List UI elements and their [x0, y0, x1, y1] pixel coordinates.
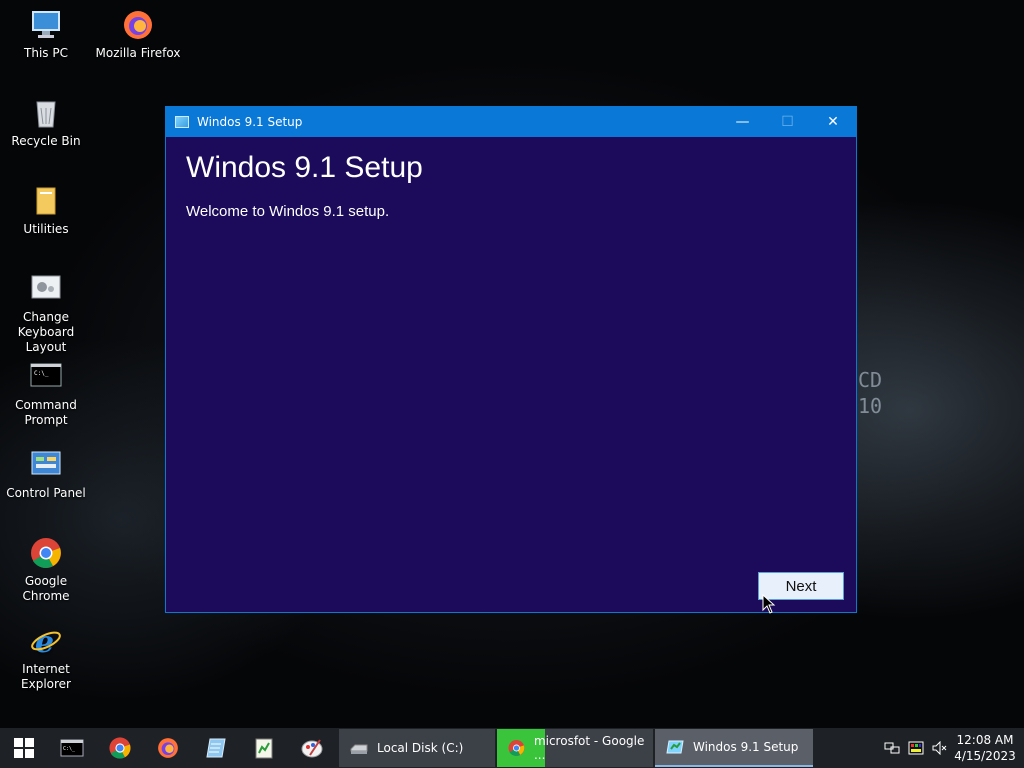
desktop-icon-keyboard-layout[interactable]: Change Keyboard Layout — [0, 272, 92, 355]
computer-icon — [29, 8, 63, 42]
system-tray: 12:08 AM 4/15/2023 — [880, 728, 1024, 768]
minimize-button[interactable]: — — [720, 107, 765, 137]
taskbar-pinned-spreadsheet[interactable] — [240, 728, 288, 768]
taskbar-pinned-command-prompt[interactable]: C:\_ — [48, 728, 96, 768]
svg-text:C:\_: C:\_ — [34, 370, 49, 377]
chrome-icon — [29, 536, 63, 570]
desktop-icon-firefox[interactable]: Mozilla Firefox — [92, 8, 184, 61]
firefox-icon — [121, 8, 155, 42]
notepad-icon — [206, 738, 226, 758]
start-icon — [14, 738, 34, 758]
recycle-bin-icon — [29, 96, 63, 130]
taskbar: C:\_ Local Disk (C:) microsfot - Google … — [0, 728, 1024, 768]
desktop-icon-label: Command Prompt — [15, 398, 77, 427]
chrome-icon — [109, 737, 131, 759]
task-label: microsfot - Google ... — [533, 734, 645, 762]
wallpaper-text-10: 10 — [858, 394, 883, 418]
internet-explorer-icon: e — [29, 624, 63, 660]
setup-icon — [666, 740, 684, 754]
taskbar-task-local-disk[interactable]: Local Disk (C:) — [339, 729, 495, 767]
desktop-icon-label: Mozilla Firefox — [95, 46, 181, 60]
firefox-icon — [158, 738, 178, 758]
desktop-icon-label: Utilities — [23, 222, 69, 236]
network-icon[interactable] — [880, 728, 904, 768]
paint-icon — [301, 739, 323, 758]
maximize-button[interactable]: ☐ — [765, 107, 810, 137]
desktop-icon-command-prompt[interactable]: C:\_ Command Prompt — [0, 360, 92, 428]
desktop-icon-label: This PC — [24, 46, 68, 60]
control-panel-icon — [29, 448, 63, 482]
wallpaper-text-cd: CD — [858, 368, 883, 392]
taskbar-pinned-notepad[interactable] — [192, 728, 240, 768]
desktop-icon-recycle-bin[interactable]: Recycle Bin — [0, 96, 92, 149]
desktop-icon-label: Google Chrome — [22, 574, 70, 603]
task-label: Local Disk (C:) — [377, 741, 464, 755]
welcome-text: Welcome to Windos 9.1 setup. — [186, 203, 390, 220]
desktop-icon-this-pc[interactable]: This PC — [0, 8, 92, 61]
spreadsheet-icon — [255, 738, 273, 759]
command-prompt-icon: C:\_ — [60, 739, 84, 757]
clock-date: 4/15/2023 — [954, 749, 1016, 763]
desktop-icon-utilities[interactable]: Utilities — [0, 184, 92, 237]
taskbar-task-chrome[interactable]: microsfot - Google ... — [497, 729, 653, 767]
desktop-icon-label: Change Keyboard Layout — [17, 310, 75, 354]
chrome-icon — [508, 740, 525, 756]
desktop-icon-internet-explorer[interactable]: e Internet Explorer — [0, 624, 92, 692]
start-button[interactable] — [0, 728, 48, 768]
drive-icon — [350, 744, 368, 754]
window-titlebar[interactable]: Windos 9.1 Setup — ☐ ✕ — [166, 107, 856, 137]
folder-icon — [29, 184, 63, 218]
svg-text:e: e — [35, 625, 54, 658]
taskbar-pinned-chrome[interactable] — [96, 728, 144, 768]
volume-muted-icon[interactable] — [928, 728, 952, 768]
desktop-icon-chrome[interactable]: Google Chrome — [0, 536, 92, 604]
setup-window: Windos 9.1 Setup — ☐ ✕ Windos 9.1 Setup … — [165, 106, 857, 613]
desktop-icon-label: Recycle Bin — [11, 134, 81, 148]
command-prompt-icon: C:\_ — [29, 360, 63, 394]
desktop-icon-control-panel[interactable]: Control Panel — [0, 448, 92, 501]
setup-icon — [175, 116, 189, 128]
task-label: Windos 9.1 Setup — [693, 740, 799, 754]
window-title: Windos 9.1 Setup — [197, 115, 303, 129]
clock-time: 12:08 AM — [956, 733, 1014, 747]
taskbar-task-setup[interactable]: Windos 9.1 Setup — [655, 729, 813, 767]
keyboard-settings-icon — [29, 272, 63, 306]
desktop-icon-label: Internet Explorer — [21, 662, 71, 691]
taskbar-pinned-paint[interactable] — [288, 728, 336, 768]
page-title: Windos 9.1 Setup — [186, 151, 423, 184]
display-color-icon[interactable] — [904, 728, 928, 768]
taskbar-pinned-firefox[interactable] — [144, 728, 192, 768]
desktop-icon-label: Control Panel — [6, 486, 86, 500]
system-clock[interactable]: 12:08 AM 4/15/2023 — [952, 732, 1018, 764]
close-button[interactable]: ✕ — [810, 107, 856, 137]
svg-text:C:\_: C:\_ — [63, 746, 76, 752]
